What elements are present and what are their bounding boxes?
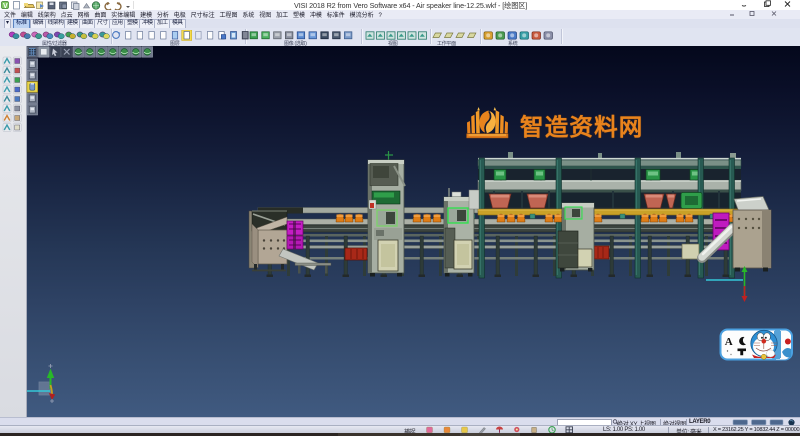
svg-text:A: A — [725, 336, 733, 348]
